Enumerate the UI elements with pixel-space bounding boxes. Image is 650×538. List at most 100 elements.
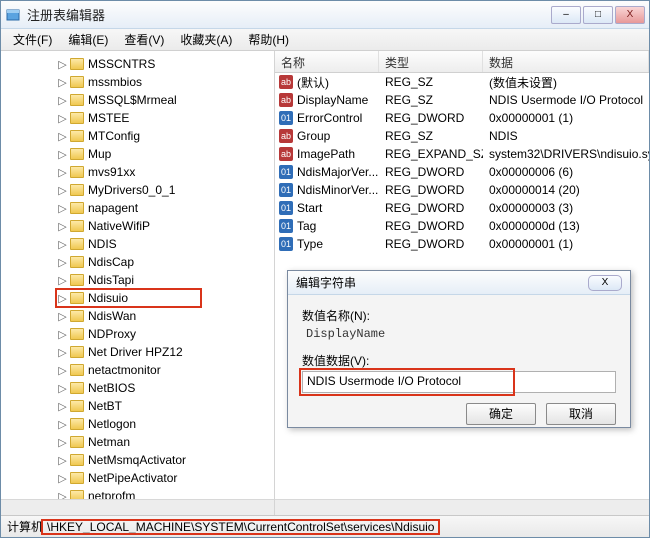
tree-item-msscntrs[interactable]: ▷MSSCNTRS: [3, 55, 272, 73]
tree-item-ndis[interactable]: ▷NDIS: [3, 235, 272, 253]
close-button[interactable]: X: [615, 6, 645, 24]
value-row[interactable]: 01TypeREG_DWORD0x00000001 (1): [275, 235, 649, 253]
value-row[interactable]: 01TagREG_DWORD0x0000000d (13): [275, 217, 649, 235]
folder-icon: [70, 76, 84, 88]
value-name: Group: [297, 129, 330, 143]
value-data: NDIS: [483, 129, 649, 143]
expand-icon[interactable]: ▷: [57, 274, 68, 287]
tree-item-mtconfig[interactable]: ▷MTConfig: [3, 127, 272, 145]
tree-item-napagent[interactable]: ▷napagent: [3, 199, 272, 217]
tree-item-netman[interactable]: ▷Netman: [3, 433, 272, 451]
expand-icon[interactable]: ▷: [57, 472, 68, 485]
tree-label: NdisWan: [88, 309, 136, 323]
folder-icon: [70, 328, 84, 340]
expand-icon[interactable]: ▷: [57, 202, 68, 215]
expand-icon[interactable]: ▷: [57, 58, 68, 71]
tree-item-mstee[interactable]: ▷MSTEE: [3, 109, 272, 127]
col-data[interactable]: 数据: [483, 51, 649, 72]
expand-icon[interactable]: ▷: [57, 256, 68, 269]
tree-label: Net Driver HPZ12: [88, 345, 183, 359]
tree-item-netbt[interactable]: ▷NetBT: [3, 397, 272, 415]
tree-item-netlogon[interactable]: ▷Netlogon: [3, 415, 272, 433]
value-row[interactable]: 01ErrorControlREG_DWORD0x00000001 (1): [275, 109, 649, 127]
tree-item-ndproxy[interactable]: ▷NDProxy: [3, 325, 272, 343]
tree-label: Mup: [88, 147, 111, 161]
value-data-input[interactable]: NDIS Usermode I/O Protocol: [302, 371, 616, 393]
tree-item-mvs91xx[interactable]: ▷ mvs91xx: [3, 163, 272, 181]
dword-icon: 01: [279, 219, 293, 233]
folder-icon: [70, 184, 84, 196]
menu-favorites[interactable]: 收藏夹(A): [172, 29, 240, 50]
tree-item-ndiscap[interactable]: ▷NdisCap: [3, 253, 272, 271]
tree-label: Ndisuio: [88, 291, 128, 305]
expand-icon[interactable]: ▷: [57, 238, 68, 251]
edit-string-dialog: 编辑字符串 X 数值名称(N): DisplayName 数值数据(V): ND…: [287, 270, 631, 428]
expand-icon[interactable]: ▷: [57, 148, 68, 161]
expand-icon[interactable]: ▷: [57, 76, 68, 89]
value-data-label: 数值数据(V):: [302, 352, 616, 369]
tree-item-mssql-mrmeal[interactable]: ▷MSSQL$Mrmeal: [3, 91, 272, 109]
value-data: 0x00000006 (6): [483, 165, 649, 179]
value-type: REG_EXPAND_SZ: [379, 147, 483, 161]
expand-icon[interactable]: ▷: [57, 454, 68, 467]
tree-pane[interactable]: ▷MSSCNTRS▷mssmbios▷MSSQL$Mrmeal▷MSTEE▷MT…: [1, 51, 275, 515]
value-row[interactable]: 01NdisMinorVer...REG_DWORD0x00000014 (20…: [275, 181, 649, 199]
tree-item-netactmonitor[interactable]: ▷netactmonitor: [3, 361, 272, 379]
tree-label: NativeWifiP: [88, 219, 150, 233]
tree-item-ndistapi[interactable]: ▷ NdisTapi: [3, 271, 272, 289]
value-row[interactable]: 01NdisMajorVer...REG_DWORD0x00000006 (6): [275, 163, 649, 181]
expand-icon[interactable]: ▷: [57, 364, 68, 377]
tree-label: NdisTapi: [88, 273, 134, 287]
expand-icon[interactable]: ▷: [57, 94, 68, 107]
tree-item-netpipeactivator[interactable]: ▷NetPipeActivator: [3, 469, 272, 487]
tree-label: mvs91xx: [88, 165, 135, 179]
ok-button[interactable]: 确定: [466, 403, 536, 425]
value-row[interactable]: abGroupREG_SZNDIS: [275, 127, 649, 145]
menu-help[interactable]: 帮助(H): [240, 29, 297, 50]
expand-icon[interactable]: ▷: [57, 346, 68, 359]
expand-icon[interactable]: ▷: [57, 400, 68, 413]
expand-icon[interactable]: ▷: [57, 292, 68, 305]
expand-icon[interactable]: ▷: [57, 220, 68, 233]
menu-view[interactable]: 查看(V): [116, 29, 172, 50]
expand-icon[interactable]: ▷: [57, 166, 68, 179]
value-row[interactable]: abDisplayNameREG_SZNDIS Usermode I/O Pro…: [275, 91, 649, 109]
dialog-title: 编辑字符串: [296, 274, 588, 291]
expand-icon[interactable]: ▷: [57, 310, 68, 323]
value-row[interactable]: ab(默认)REG_SZ(数值未设置): [275, 73, 649, 91]
menu-edit[interactable]: 编辑(E): [60, 29, 116, 50]
tree-item-nativewifip[interactable]: ▷ NativeWifiP: [3, 217, 272, 235]
tree-item-mup[interactable]: ▷ Mup: [3, 145, 272, 163]
cancel-button[interactable]: 取消: [546, 403, 616, 425]
expand-icon[interactable]: ▷: [57, 184, 68, 197]
col-type[interactable]: 类型: [379, 51, 483, 72]
expand-icon[interactable]: ▷: [57, 112, 68, 125]
tree-item-netmsmqactivator[interactable]: ▷NetMsmqActivator: [3, 451, 272, 469]
value-row[interactable]: 01StartREG_DWORD0x00000003 (3): [275, 199, 649, 217]
folder-icon: [70, 58, 84, 70]
tree-item-mssmbios[interactable]: ▷mssmbios: [3, 73, 272, 91]
expand-icon[interactable]: ▷: [57, 382, 68, 395]
expand-icon[interactable]: ▷: [57, 436, 68, 449]
tree-item-ndiswan[interactable]: ▷ NdisWan: [3, 307, 272, 325]
tree-item-ndisuio[interactable]: ▷ Ndisuio: [3, 289, 272, 307]
expand-icon[interactable]: ▷: [57, 328, 68, 341]
dword-icon: 01: [279, 165, 293, 179]
tree-item-netbios[interactable]: ▷NetBIOS: [3, 379, 272, 397]
dialog-close-button[interactable]: X: [588, 275, 622, 291]
tree-item-mydrivers0-0-1[interactable]: ▷MyDrivers0_0_1: [3, 181, 272, 199]
maximize-button[interactable]: □: [583, 6, 613, 24]
tree-hscrollbar[interactable]: [1, 499, 274, 515]
expand-icon[interactable]: ▷: [57, 130, 68, 143]
col-name[interactable]: 名称: [275, 51, 379, 72]
menu-file[interactable]: 文件(F): [5, 29, 60, 50]
minimize-button[interactable]: –: [551, 6, 581, 24]
values-hscrollbar[interactable]: [275, 499, 649, 515]
expand-icon[interactable]: ▷: [57, 418, 68, 431]
values-pane[interactable]: 名称 类型 数据 ab(默认)REG_SZ(数值未设置)abDisplayNam…: [275, 51, 649, 515]
tree-item-net-driver-hpz12[interactable]: ▷ Net Driver HPZ12: [3, 343, 272, 361]
value-row[interactable]: abImagePathREG_EXPAND_SZsystem32\DRIVERS…: [275, 145, 649, 163]
value-data: 0x0000000d (13): [483, 219, 649, 233]
content-area: ▷MSSCNTRS▷mssmbios▷MSSQL$Mrmeal▷MSTEE▷MT…: [1, 51, 649, 515]
value-type: REG_SZ: [379, 75, 483, 89]
